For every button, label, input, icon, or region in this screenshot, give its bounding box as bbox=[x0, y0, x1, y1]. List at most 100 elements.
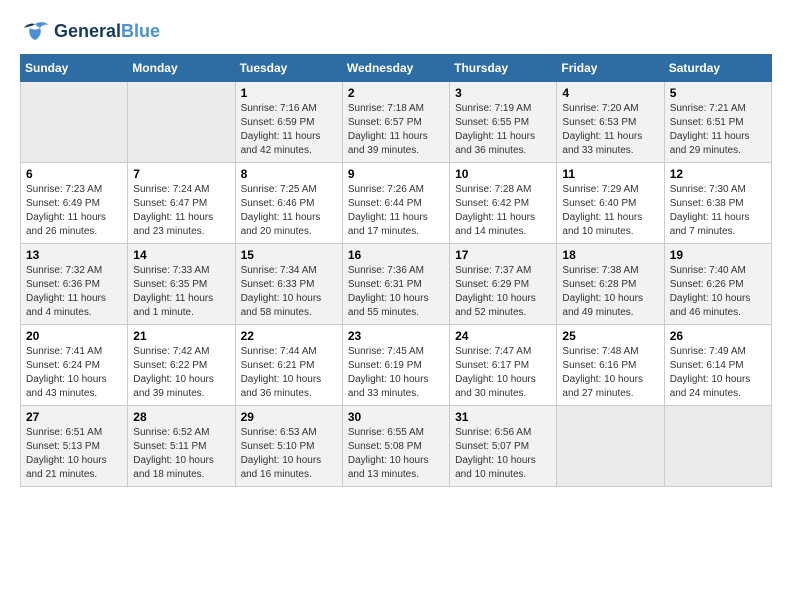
day-number: 25 bbox=[562, 329, 658, 343]
calendar-day-cell: 9 Sunrise: 7:26 AM Sunset: 6:44 PM Daylig… bbox=[342, 163, 449, 244]
calendar-day-cell: 16 Sunrise: 7:36 AM Sunset: 6:31 PM Dayli… bbox=[342, 244, 449, 325]
calendar-table: SundayMondayTuesdayWednesdayThursdayFrid… bbox=[20, 54, 772, 487]
calendar-day-cell: 13 Sunrise: 7:32 AM Sunset: 6:36 PM Dayli… bbox=[21, 244, 128, 325]
day-info: Sunrise: 7:44 AM Sunset: 6:21 PM Dayligh… bbox=[241, 345, 337, 401]
calendar-day-cell: 1Sunrise: 7:16 AM Sunset: 6:59 PM Daylig… bbox=[235, 82, 342, 163]
calendar-day-cell: 22 Sunrise: 7:44 AM Sunset: 6:21 PM Dayli… bbox=[235, 325, 342, 406]
day-number: 22 bbox=[241, 329, 337, 343]
logo-line1: GeneralBlue bbox=[54, 22, 160, 42]
calendar-day-cell bbox=[21, 82, 128, 163]
day-info: Sunrise: 7:33 AM Sunset: 6:35 PM Dayligh… bbox=[133, 264, 229, 320]
day-info: Sunrise: 7:32 AM Sunset: 6:36 PM Dayligh… bbox=[26, 264, 122, 320]
calendar-day-cell: 10 Sunrise: 7:28 AM Sunset: 6:42 PM Dayli… bbox=[450, 163, 557, 244]
day-number: 17 bbox=[455, 248, 551, 262]
day-number: 23 bbox=[348, 329, 444, 343]
day-info: Sunrise: 7:42 AM Sunset: 6:22 PM Dayligh… bbox=[133, 345, 229, 401]
day-number: 30 bbox=[348, 410, 444, 424]
day-info: Sunrise: 6:56 AM Sunset: 5:07 PM Dayligh… bbox=[455, 426, 551, 482]
logo-text: GeneralBlue bbox=[54, 22, 160, 42]
day-number: 16 bbox=[348, 248, 444, 262]
day-info: Sunrise: 7:25 AM Sunset: 6:46 PM Dayligh… bbox=[241, 183, 337, 239]
day-info: Sunrise: 7:26 AM Sunset: 6:44 PM Dayligh… bbox=[348, 183, 444, 239]
day-number: 7 bbox=[133, 167, 229, 181]
calendar-day-cell: 14 Sunrise: 7:33 AM Sunset: 6:35 PM Dayli… bbox=[128, 244, 235, 325]
day-info: Sunrise: 7:49 AM Sunset: 6:14 PM Dayligh… bbox=[670, 345, 766, 401]
calendar-day-cell: 24 Sunrise: 7:47 AM Sunset: 6:17 PM Dayli… bbox=[450, 325, 557, 406]
calendar-day-cell: 8 Sunrise: 7:25 AM Sunset: 6:46 PM Daylig… bbox=[235, 163, 342, 244]
day-number: 21 bbox=[133, 329, 229, 343]
calendar-day-cell: 30 Sunrise: 6:55 AM Sunset: 5:08 PM Dayli… bbox=[342, 406, 449, 487]
day-info: Sunrise: 7:30 AM Sunset: 6:38 PM Dayligh… bbox=[670, 183, 766, 239]
day-number: 9 bbox=[348, 167, 444, 181]
column-header-saturday: Saturday bbox=[664, 55, 771, 82]
calendar-day-cell: 25Sunrise: 7:48 AM Sunset: 6:16 PM Dayli… bbox=[557, 325, 664, 406]
column-header-thursday: Thursday bbox=[450, 55, 557, 82]
calendar-day-cell: 17 Sunrise: 7:37 AM Sunset: 6:29 PM Dayli… bbox=[450, 244, 557, 325]
calendar-header-row: SundayMondayTuesdayWednesdayThursdayFrid… bbox=[21, 55, 772, 82]
day-number: 29 bbox=[241, 410, 337, 424]
day-number: 5 bbox=[670, 86, 766, 100]
day-number: 24 bbox=[455, 329, 551, 343]
column-header-tuesday: Tuesday bbox=[235, 55, 342, 82]
day-number: 14 bbox=[133, 248, 229, 262]
calendar-day-cell: 7 Sunrise: 7:24 AM Sunset: 6:47 PM Daylig… bbox=[128, 163, 235, 244]
column-header-wednesday: Wednesday bbox=[342, 55, 449, 82]
day-info: Sunrise: 7:47 AM Sunset: 6:17 PM Dayligh… bbox=[455, 345, 551, 401]
calendar-day-cell: 23 Sunrise: 7:45 AM Sunset: 6:19 PM Dayli… bbox=[342, 325, 449, 406]
day-number: 3 bbox=[455, 86, 551, 100]
calendar-week-row: 27 Sunrise: 6:51 AM Sunset: 5:13 PM Dayli… bbox=[21, 406, 772, 487]
calendar-day-cell: 18Sunrise: 7:38 AM Sunset: 6:28 PM Dayli… bbox=[557, 244, 664, 325]
day-info: Sunrise: 7:18 AM Sunset: 6:57 PM Dayligh… bbox=[348, 102, 444, 158]
day-info: Sunrise: 6:51 AM Sunset: 5:13 PM Dayligh… bbox=[26, 426, 122, 482]
calendar-day-cell bbox=[557, 406, 664, 487]
calendar-day-cell: 4 Sunrise: 7:20 AM Sunset: 6:53 PM Daylig… bbox=[557, 82, 664, 163]
calendar-day-cell: 19Sunrise: 7:40 AM Sunset: 6:26 PM Dayli… bbox=[664, 244, 771, 325]
calendar-day-cell: 6 Sunrise: 7:23 AM Sunset: 6:49 PM Daylig… bbox=[21, 163, 128, 244]
calendar-day-cell: 12 Sunrise: 7:30 AM Sunset: 6:38 PM Dayli… bbox=[664, 163, 771, 244]
day-number: 8 bbox=[241, 167, 337, 181]
day-info: Sunrise: 7:23 AM Sunset: 6:49 PM Dayligh… bbox=[26, 183, 122, 239]
day-info: Sunrise: 7:20 AM Sunset: 6:53 PM Dayligh… bbox=[562, 102, 658, 158]
calendar-day-cell bbox=[128, 82, 235, 163]
day-info: Sunrise: 7:34 AM Sunset: 6:33 PM Dayligh… bbox=[241, 264, 337, 320]
calendar-day-cell bbox=[664, 406, 771, 487]
calendar-day-cell: 31Sunrise: 6:56 AM Sunset: 5:07 PM Dayli… bbox=[450, 406, 557, 487]
calendar-day-cell: 11Sunrise: 7:29 AM Sunset: 6:40 PM Dayli… bbox=[557, 163, 664, 244]
day-number: 6 bbox=[26, 167, 122, 181]
calendar-day-cell: 27 Sunrise: 6:51 AM Sunset: 5:13 PM Dayli… bbox=[21, 406, 128, 487]
day-number: 10 bbox=[455, 167, 551, 181]
logo-icon bbox=[20, 20, 50, 44]
column-header-friday: Friday bbox=[557, 55, 664, 82]
calendar-day-cell: 20 Sunrise: 7:41 AM Sunset: 6:24 PM Dayli… bbox=[21, 325, 128, 406]
day-info: Sunrise: 6:55 AM Sunset: 5:08 PM Dayligh… bbox=[348, 426, 444, 482]
calendar-day-cell: 3 Sunrise: 7:19 AM Sunset: 6:55 PM Daylig… bbox=[450, 82, 557, 163]
page-header: GeneralBlue bbox=[20, 20, 772, 44]
calendar-week-row: 13 Sunrise: 7:32 AM Sunset: 6:36 PM Dayli… bbox=[21, 244, 772, 325]
calendar-day-cell: 28Sunrise: 6:52 AM Sunset: 5:11 PM Dayli… bbox=[128, 406, 235, 487]
day-number: 13 bbox=[26, 248, 122, 262]
calendar-day-cell: 26Sunrise: 7:49 AM Sunset: 6:14 PM Dayli… bbox=[664, 325, 771, 406]
calendar-week-row: 20 Sunrise: 7:41 AM Sunset: 6:24 PM Dayli… bbox=[21, 325, 772, 406]
day-number: 4 bbox=[562, 86, 658, 100]
calendar-week-row: 6 Sunrise: 7:23 AM Sunset: 6:49 PM Daylig… bbox=[21, 163, 772, 244]
day-info: Sunrise: 7:37 AM Sunset: 6:29 PM Dayligh… bbox=[455, 264, 551, 320]
day-number: 20 bbox=[26, 329, 122, 343]
day-number: 12 bbox=[670, 167, 766, 181]
day-info: Sunrise: 7:40 AM Sunset: 6:26 PM Dayligh… bbox=[670, 264, 766, 320]
calendar-day-cell: 2Sunrise: 7:18 AM Sunset: 6:57 PM Daylig… bbox=[342, 82, 449, 163]
column-header-sunday: Sunday bbox=[21, 55, 128, 82]
day-info: Sunrise: 7:29 AM Sunset: 6:40 PM Dayligh… bbox=[562, 183, 658, 239]
day-info: Sunrise: 7:41 AM Sunset: 6:24 PM Dayligh… bbox=[26, 345, 122, 401]
logo: GeneralBlue bbox=[20, 20, 160, 44]
day-info: Sunrise: 6:53 AM Sunset: 5:10 PM Dayligh… bbox=[241, 426, 337, 482]
day-info: Sunrise: 7:45 AM Sunset: 6:19 PM Dayligh… bbox=[348, 345, 444, 401]
day-info: Sunrise: 7:28 AM Sunset: 6:42 PM Dayligh… bbox=[455, 183, 551, 239]
day-number: 15 bbox=[241, 248, 337, 262]
day-info: Sunrise: 7:36 AM Sunset: 6:31 PM Dayligh… bbox=[348, 264, 444, 320]
day-number: 28 bbox=[133, 410, 229, 424]
calendar-day-cell: 5 Sunrise: 7:21 AM Sunset: 6:51 PM Daylig… bbox=[664, 82, 771, 163]
day-info: Sunrise: 7:19 AM Sunset: 6:55 PM Dayligh… bbox=[455, 102, 551, 158]
day-info: Sunrise: 7:24 AM Sunset: 6:47 PM Dayligh… bbox=[133, 183, 229, 239]
day-number: 27 bbox=[26, 410, 122, 424]
day-info: Sunrise: 7:21 AM Sunset: 6:51 PM Dayligh… bbox=[670, 102, 766, 158]
